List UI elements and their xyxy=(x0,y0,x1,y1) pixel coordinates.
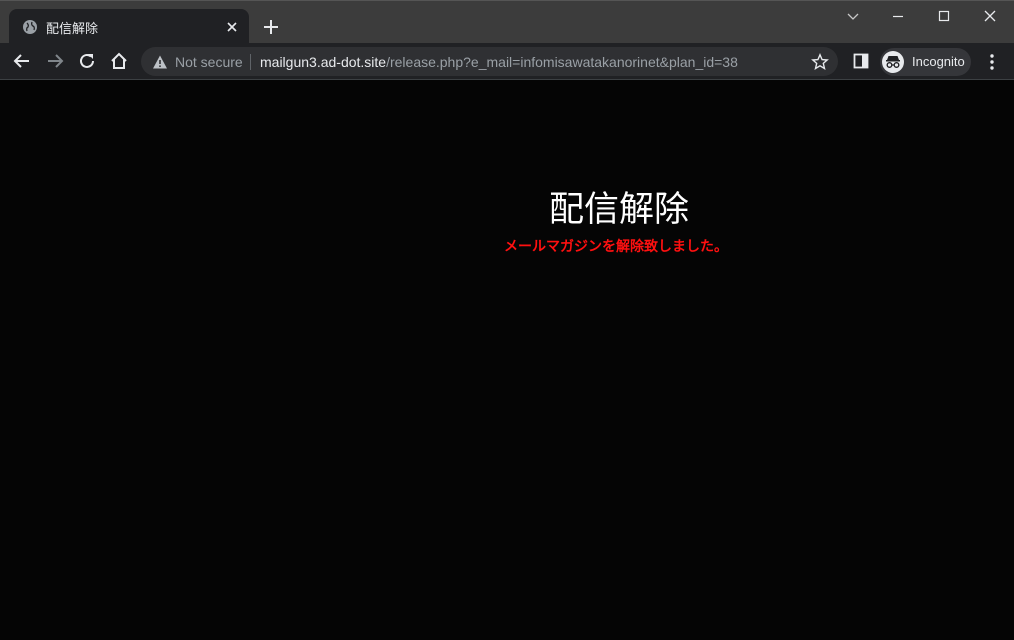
browser-title-bar: 配信解除 xyxy=(0,0,1014,44)
tab-close-icon[interactable] xyxy=(224,19,240,35)
tab-search-chevron-icon[interactable] xyxy=(843,9,863,25)
home-icon[interactable] xyxy=(109,51,129,71)
url-path: /release.php?e_mail=infomisawatakanorine… xyxy=(386,54,738,70)
security-status-label[interactable]: Not secure xyxy=(175,54,243,70)
more-menu-icon[interactable] xyxy=(984,52,1000,72)
url-host: mailgun3.ad-dot.site xyxy=(260,54,387,70)
page-title: 配信解除 xyxy=(548,190,689,230)
incognito-icon xyxy=(882,51,904,73)
maximize-icon[interactable] xyxy=(934,9,954,25)
page-content: 配信解除 メールマガジンを解除致しました。 xyxy=(0,80,1014,640)
incognito-profile-button[interactable]: Incognito xyxy=(880,48,971,76)
url-text[interactable]: mailgun3.ad-dot.site/release.php?e_mail=… xyxy=(260,54,738,70)
back-icon[interactable] xyxy=(12,51,32,71)
address-bar[interactable]: Not secure mailgun3.ad-dot.site/release.… xyxy=(141,47,838,76)
incognito-label: Incognito xyxy=(912,54,965,69)
browser-tab[interactable]: 配信解除 xyxy=(9,9,249,44)
side-panel-icon[interactable] xyxy=(852,52,870,70)
url-divider xyxy=(250,54,251,70)
minimize-icon[interactable] xyxy=(888,9,908,25)
new-tab-icon[interactable] xyxy=(262,18,280,36)
forward-icon[interactable] xyxy=(45,51,65,71)
bookmark-star-icon[interactable] xyxy=(811,53,829,71)
close-window-icon[interactable] xyxy=(980,9,1000,25)
browser-toolbar: Not secure mailgun3.ad-dot.site/release.… xyxy=(0,43,1014,80)
unsubscribe-success-message: メールマガジンを解除致しました。 xyxy=(504,239,728,255)
warning-icon[interactable] xyxy=(152,54,168,70)
reload-icon[interactable] xyxy=(77,51,97,71)
tab-title: 配信解除 xyxy=(46,22,99,37)
globe-icon xyxy=(23,20,37,34)
